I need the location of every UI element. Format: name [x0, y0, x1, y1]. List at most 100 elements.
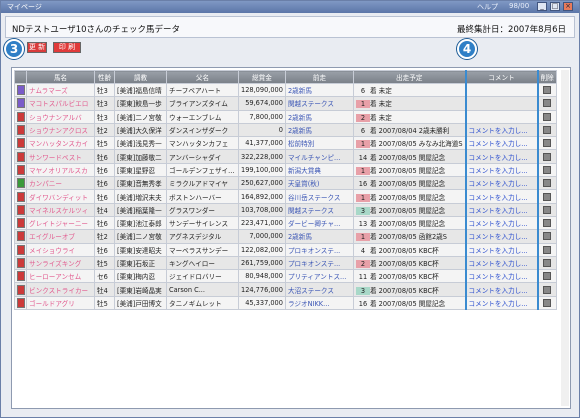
delete-icon[interactable] [543, 285, 552, 294]
comment-input[interactable]: コメントを入力し... [469, 220, 528, 228]
update-button[interactable]: 更 新 [27, 42, 47, 53]
comment-cell[interactable]: コメントを入力し... [464, 136, 539, 151]
horse-name-cell[interactable]: ビンクストライカー [26, 282, 95, 297]
horse-name[interactable]: ダイワバンディット [29, 194, 88, 202]
prev-race-link[interactable]: プリティアントス... [288, 273, 346, 281]
delete-icon[interactable] [543, 179, 552, 188]
horse-name[interactable]: マヤノオリアルスカ [29, 167, 88, 175]
prev-race-link[interactable]: 大沼ステークス [288, 287, 334, 295]
table-row[interactable]: カンパニー 牡6 [栗東]音無秀孝 ミラクルアドマイヤ 250,627,000 天皇賞(秋… [14, 176, 557, 191]
help-menu[interactable]: ヘルプ [477, 2, 498, 12]
horse-name[interactable]: ショウナンアクロス [29, 127, 88, 135]
horse-name-cell[interactable]: カンパニー [26, 176, 95, 191]
horse-name[interactable]: ビンクストライカー [29, 287, 88, 295]
comment-cell[interactable]: コメントを入力し... [464, 189, 539, 204]
horse-name[interactable]: グレイトジャーニー [29, 220, 88, 228]
comment-input[interactable]: コメントを入力し... [469, 300, 528, 308]
comment-cell[interactable]: コメントを入力し... [464, 295, 539, 311]
column-header-trainer[interactable]: 調教 [114, 70, 167, 84]
horse-name-cell[interactable]: グレイトジャーニー [26, 215, 95, 231]
prev-race-link[interactable]: 関越ステークス [288, 100, 334, 108]
comment-input[interactable]: コメントを入力し... [469, 140, 528, 148]
comment-input[interactable]: コメントを入力し... [469, 180, 528, 188]
comment-cell[interactable]: コメントを入力し... [464, 176, 539, 191]
comment-input[interactable]: コメントを入力し... [469, 154, 528, 162]
prev-race-link[interactable]: 関越ステークス [288, 207, 334, 215]
prev-race-link[interactable]: ラジオNIKK... [288, 300, 329, 308]
comment-cell[interactable]: コメントを入力し... [464, 215, 539, 231]
comment-input[interactable]: コメントを入力し... [469, 247, 528, 255]
prev-race-link[interactable]: プロキオンステ... [288, 247, 340, 255]
horse-name-cell[interactable]: ナムラマーズ [26, 82, 95, 98]
delete-icon[interactable] [543, 205, 552, 214]
horse-name-cell[interactable]: ヒーローアンセム [26, 269, 95, 284]
delete-icon[interactable] [543, 232, 552, 241]
table-row[interactable]: エイグルーオブ 牡2 [美浦]二ノ宮敬 アグネスデジタル 7,000,000 2歳新馬 1 着… [14, 229, 557, 244]
column-header-prize[interactable]: 総賞金 [238, 70, 286, 84]
delete-icon[interactable] [543, 86, 552, 95]
table-row[interactable]: マヤノオリアルスカ 牡6 [栗東]星野忍 ゴールデンフェザイ... 199,100,00… [14, 162, 557, 178]
delete-icon[interactable] [543, 298, 552, 307]
column-header-sex-age[interactable]: 性齢 [94, 70, 115, 84]
table-row[interactable]: ヒーローアンセム セ6 [栗東]梅内忍 ジェイドロバリー 80,948,000 プリティア… [14, 269, 557, 284]
delete-icon[interactable] [543, 112, 552, 121]
horse-name[interactable]: サンワードベスト [29, 154, 82, 162]
minimize-button[interactable]: _ [537, 2, 547, 11]
table-row[interactable]: マイネルスケルツィ 牡4 [美浦]稲葉隆一 グラスワンダー 103,708,000 関越ス… [14, 202, 557, 217]
comment-cell[interactable]: コメントを入力し... [464, 242, 539, 257]
comment-cell[interactable]: コメントを入力し... [464, 202, 539, 217]
prev-race-link[interactable]: ダービー卿チャ... [288, 220, 340, 228]
table-row[interactable]: メイショウライ 牡6 [栗東]安達昭夫 マーベラスサンデー 122,082,000 プロキ… [14, 242, 557, 257]
horse-name-cell[interactable]: マイネルスケルツィ [26, 202, 95, 217]
comment-cell[interactable]: コメントを入力し... [464, 162, 539, 178]
delete-icon[interactable] [543, 152, 552, 161]
comment-cell[interactable]: コメントを入力し... [464, 229, 539, 244]
horse-name[interactable]: エイグルーオブ [29, 233, 75, 241]
horse-name-cell[interactable]: マヤノオリアルスカ [26, 162, 95, 178]
horse-name[interactable]: ナムラマーズ [29, 87, 68, 95]
maximize-button[interactable]: □ [550, 2, 560, 11]
table-row[interactable]: ビンクストライカー 牡4 [栗東]岩崎晶実 Carson C... 124,776,00… [14, 282, 557, 297]
horse-name-cell[interactable]: サンライズキング [26, 255, 95, 271]
horse-name-cell[interactable]: マコトスパルビエロ [26, 96, 95, 111]
delete-icon[interactable] [543, 139, 552, 148]
horse-name-cell[interactable]: ゴールドアグリ [26, 295, 95, 311]
table-row[interactable]: マコトスパルビエロ 牡3 [栗東]鮫島一歩 ブライアンズタイム 59,674,000 関越… [14, 96, 557, 111]
horse-name-cell[interactable]: メイショウライ [26, 242, 95, 257]
prev-race-link[interactable]: 2歳新馬 [288, 114, 312, 122]
horse-name[interactable]: ヒーローアンセム [29, 273, 81, 281]
column-header-prev-race[interactable]: 前走 [284, 70, 354, 84]
column-header-name[interactable]: 馬名 [26, 70, 95, 84]
menu-extra[interactable]: 98/00 [509, 2, 529, 10]
delete-icon[interactable] [543, 219, 552, 228]
print-button[interactable]: 印 刷 [53, 42, 81, 53]
prev-race-link[interactable]: マイルチャンピ... [288, 154, 340, 162]
horse-name[interactable]: メイショウライ [29, 247, 75, 255]
comment-input[interactable]: コメントを入力し... [469, 233, 528, 241]
delete-icon[interactable] [543, 192, 552, 201]
comment-input[interactable]: コメントを入力し... [469, 260, 528, 268]
comment-cell[interactable] [464, 96, 539, 111]
prev-race-link[interactable]: 天皇賞(秋) [288, 180, 320, 188]
column-header-delete[interactable]: 削除 [537, 70, 557, 84]
table-row[interactable]: ショウナンアルバ 牡3 [美浦]二ノ宮敬 ウォーエンブレム 7,800,000 2歳新馬 2… [14, 109, 557, 124]
delete-icon[interactable] [543, 165, 552, 174]
column-header-planned-race[interactable]: 出走予定 [352, 70, 467, 84]
delete-icon[interactable] [543, 245, 552, 254]
prev-race-link[interactable]: 2歳新馬 [288, 127, 312, 135]
horse-name[interactable]: カンパニー [29, 180, 62, 188]
horse-name[interactable]: マイネルスケルツィ [29, 207, 88, 215]
delete-icon[interactable] [543, 99, 552, 108]
comment-cell[interactable] [464, 82, 539, 98]
comment-cell[interactable] [464, 109, 539, 124]
horse-name-cell[interactable]: ダイワバンディット [26, 189, 95, 204]
comment-input[interactable]: コメントを入力し... [469, 194, 528, 202]
table-row[interactable]: ショウナンアクロス 牡2 [美浦]大久保洋 ダンスインザダーク 0 2歳新馬 6 着 2007… [14, 122, 557, 138]
column-header-comment[interactable]: コメント [464, 70, 539, 84]
prev-race-link[interactable]: 新潟大賞典 [288, 167, 321, 175]
column-header-sire[interactable]: 父名 [166, 70, 239, 84]
comment-input[interactable]: コメントを入力し... [469, 273, 528, 281]
table-row[interactable]: グレイトジャーニー 牡6 [栗東]池江泰郎 サンデーサイレンス 223,471,000 ダ… [14, 215, 557, 231]
table-row[interactable]: ゴールドアグリ 牡5 [美浦]戸田博文 タニノギムレット 45,337,000 ラジオNI… [14, 295, 557, 311]
horse-name[interactable]: マコトスパルビエロ [29, 100, 88, 108]
